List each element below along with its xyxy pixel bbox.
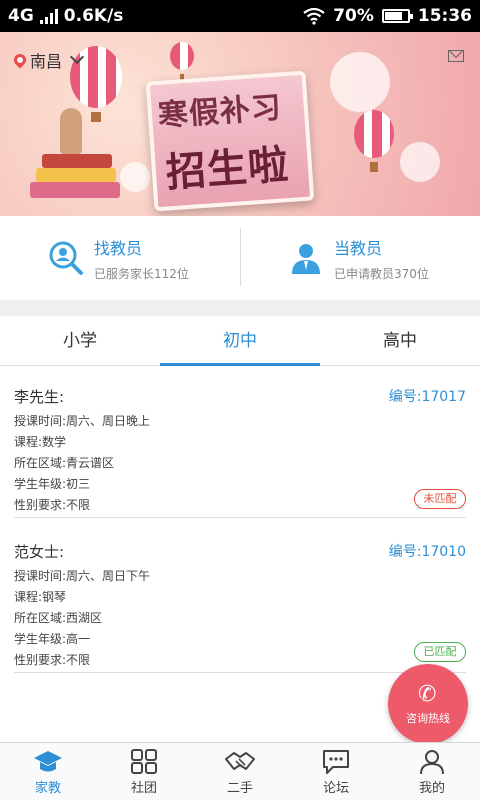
promo-subtitle: 招生啦 — [164, 142, 291, 197]
network-type: 4G — [8, 6, 34, 26]
balloon-icon — [170, 42, 194, 84]
teacher-icon — [292, 244, 320, 274]
tab-junior-high[interactable]: 初中 — [160, 316, 320, 366]
area: 所在区域:西湖区 — [14, 611, 103, 625]
tab-senior-high[interactable]: 高中 — [320, 316, 480, 365]
battery-percent: 70% — [333, 6, 374, 26]
phone-icon: ✆ — [418, 682, 437, 707]
parent-name: 李先生: — [14, 388, 65, 406]
graduation-cap-icon — [34, 751, 62, 772]
balloon-icon — [354, 110, 394, 172]
promo-banner[interactable]: 寒假补习 招生啦 南昌 — [0, 32, 480, 216]
nav-label: 家教 — [34, 781, 61, 796]
nav-item-tutoring[interactable]: 家教 — [0, 743, 96, 800]
status-bar: 4G 0.6K/s 70% 15:36 — [0, 0, 480, 32]
find-tutor-button[interactable]: 找教员 已服务家长112位 — [48, 232, 189, 284]
book-decoration — [36, 168, 116, 182]
nav-label: 二手 — [226, 781, 253, 796]
area: 所在区域:青云谱区 — [14, 456, 115, 470]
tab-primary[interactable]: 小学 — [0, 316, 160, 365]
nav-item-clubs[interactable]: 社团 — [96, 743, 192, 800]
book-decoration — [30, 182, 120, 198]
become-tutor-title: 当教员 — [334, 238, 383, 258]
course: 课程:钢琴 — [14, 590, 67, 604]
city-selector[interactable]: 南昌 — [11, 48, 85, 72]
hotline-button[interactable]: ✆ 咨询热线 — [388, 664, 468, 744]
grid-icon — [131, 749, 157, 774]
status-badge: 已匹配 — [414, 642, 466, 662]
cartoon-figure — [60, 108, 82, 154]
bokeh-decoration — [400, 142, 440, 182]
handshake-icon — [225, 752, 255, 770]
user-icon — [420, 750, 444, 775]
signal-icon — [39, 8, 58, 24]
bokeh-decoration — [120, 162, 150, 192]
become-tutor-subtitle: 已申请教员370位 — [334, 266, 429, 281]
grade-tabs: 小学 初中 高中 — [0, 316, 480, 366]
chat-bubble-icon — [323, 750, 349, 774]
book-decoration — [42, 154, 112, 168]
network-speed: 0.6K/s — [63, 6, 124, 26]
gender-requirement: 性别要求:不限 — [14, 653, 91, 667]
quick-actions: 找教员 已服务家长112位 当教员 已申请教员370位 — [0, 216, 480, 300]
find-tutor-title: 找教员 — [94, 238, 143, 258]
city-name: 南昌 — [30, 52, 63, 71]
hotline-label: 咨询热线 — [406, 712, 450, 725]
divider — [240, 228, 241, 286]
become-tutor-button[interactable]: 当教员 已申请教员370位 — [288, 232, 429, 284]
search-person-icon — [49, 241, 83, 275]
request-number: 编号:17010 — [388, 544, 466, 560]
find-tutor-subtitle: 已服务家长112位 — [94, 266, 189, 281]
nav-label: 我的 — [418, 781, 445, 796]
status-badge: 未匹配 — [414, 489, 466, 509]
class-time: 授课时间:周六、周日晚上 — [14, 414, 151, 428]
student-grade: 学生年级:初三 — [14, 477, 91, 491]
battery-icon — [381, 9, 413, 23]
class-time: 授课时间:周六、周日下午 — [14, 569, 151, 583]
tutor-request-card[interactable]: 李先生: 编号:17017 授课时间:周六、周日晚上 课程:数学 所在区域:青云… — [14, 376, 466, 518]
tutor-request-card[interactable]: 范女士: 编号:17010 授课时间:周六、周日下午 课程:钢琴 所在区域:西湖… — [14, 531, 466, 673]
parent-name: 范女士: — [14, 543, 65, 561]
nav-item-profile[interactable]: 我的 — [384, 743, 480, 800]
gender-requirement: 性别要求:不限 — [14, 498, 91, 512]
student-grade: 学生年级:高一 — [14, 632, 91, 646]
promo-title: 寒假补习 — [156, 90, 284, 134]
course: 课程:数学 — [14, 435, 67, 449]
bottom-nav: 家教 社团 二手 论坛 我的 — [0, 742, 480, 800]
clock: 15:36 — [417, 6, 472, 26]
nav-item-secondhand[interactable]: 二手 — [192, 743, 288, 800]
nav-item-forum[interactable]: 论坛 — [288, 743, 384, 800]
bokeh-decoration — [330, 52, 390, 112]
wifi-icon — [303, 7, 325, 25]
section-gap — [0, 300, 480, 316]
request-number: 编号:17017 — [388, 389, 466, 405]
nav-label: 社团 — [130, 781, 157, 796]
nav-label: 论坛 — [322, 781, 349, 796]
location-pin-icon — [11, 51, 29, 69]
chevron-down-icon — [69, 49, 85, 65]
promo-sign: 寒假补习 招生啦 — [145, 70, 315, 212]
mail-icon[interactable] — [448, 50, 464, 62]
